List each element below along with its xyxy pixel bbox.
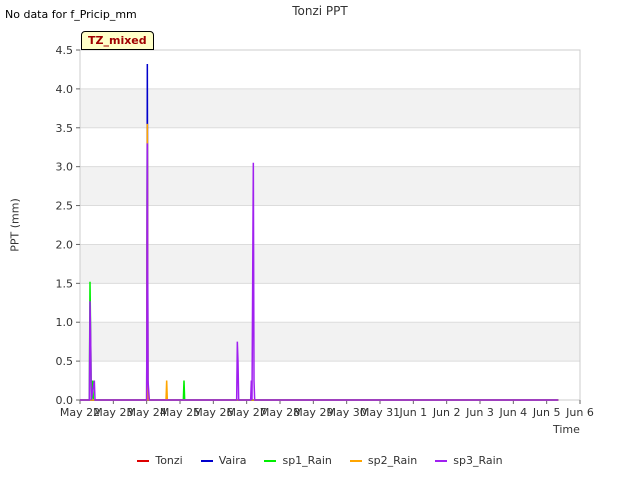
x-tick-label: Jun 1	[398, 406, 427, 419]
legend-item-sp2-rain[interactable]: sp2_Rain	[349, 454, 418, 467]
x-tick-label: May 31	[360, 406, 400, 419]
grid-band	[80, 88, 580, 128]
legend-item-vaira[interactable]: Vaira	[200, 454, 247, 467]
legend-item-tonzi[interactable]: Tonzi	[137, 454, 183, 467]
y-tick-label: 1.0	[56, 316, 74, 329]
legend-swatch	[435, 459, 448, 462]
grid-band	[80, 361, 580, 400]
legend-swatch	[137, 459, 150, 462]
y-tick-label: 3.5	[56, 122, 74, 135]
legend-swatch	[349, 459, 362, 462]
legend-label: sp3_Rain	[453, 454, 503, 467]
grid-band	[80, 127, 580, 167]
grid-band	[80, 166, 580, 206]
legend-item-sp1-rain[interactable]: sp1_Rain	[264, 454, 332, 467]
y-tick-label: 4.5	[56, 44, 74, 57]
legend-label: sp2_Rain	[367, 454, 418, 467]
y-tick-label: 4.0	[56, 83, 74, 96]
grid-bands	[79, 49, 581, 401]
y-axis-label: PPT (mm)	[8, 198, 22, 252]
legend-swatch	[264, 459, 277, 462]
y-tick-label: 2.5	[56, 200, 74, 213]
x-axis: May 22May 23May 24May 25May 26May 27May …	[60, 400, 594, 419]
legend: Tonzi Vaira sp1_Rain sp2_Rain sp3_Rain	[0, 454, 640, 467]
x-tick-label: Jun 2	[432, 406, 461, 419]
legend-label: Vaira	[218, 454, 247, 467]
x-tick-label: Jun 4	[498, 406, 527, 419]
x-tick-label: Jun 5	[532, 406, 561, 419]
x-tick-label: Jun 3	[465, 406, 494, 419]
chart-title: Tonzi PPT	[292, 4, 348, 18]
x-tick-label: Jun 6	[565, 406, 594, 419]
grid-band	[80, 205, 580, 245]
chart-canvas: 0.00.51.01.52.02.53.03.54.04.5 May 22May…	[56, 44, 594, 419]
grid-band	[80, 50, 580, 89]
legend-label: sp1_Rain	[282, 454, 332, 467]
y-tick-label: 2.0	[56, 238, 74, 251]
site-badge: TZ_mixed	[81, 31, 154, 50]
grid-band	[80, 322, 580, 362]
y-tick-label: 3.0	[56, 161, 74, 174]
x-axis-label: Time	[553, 423, 580, 436]
grid-band	[80, 283, 580, 323]
legend-item-sp3-rain[interactable]: sp3_Rain	[435, 454, 503, 467]
legend-swatch	[200, 459, 213, 462]
y-axis: 0.00.51.01.52.02.53.03.54.04.5	[56, 44, 80, 407]
grid-band	[80, 244, 580, 284]
y-tick-label: 1.5	[56, 277, 74, 290]
legend-label: Tonzi	[155, 454, 183, 467]
y-tick-label: 0.5	[56, 355, 74, 368]
